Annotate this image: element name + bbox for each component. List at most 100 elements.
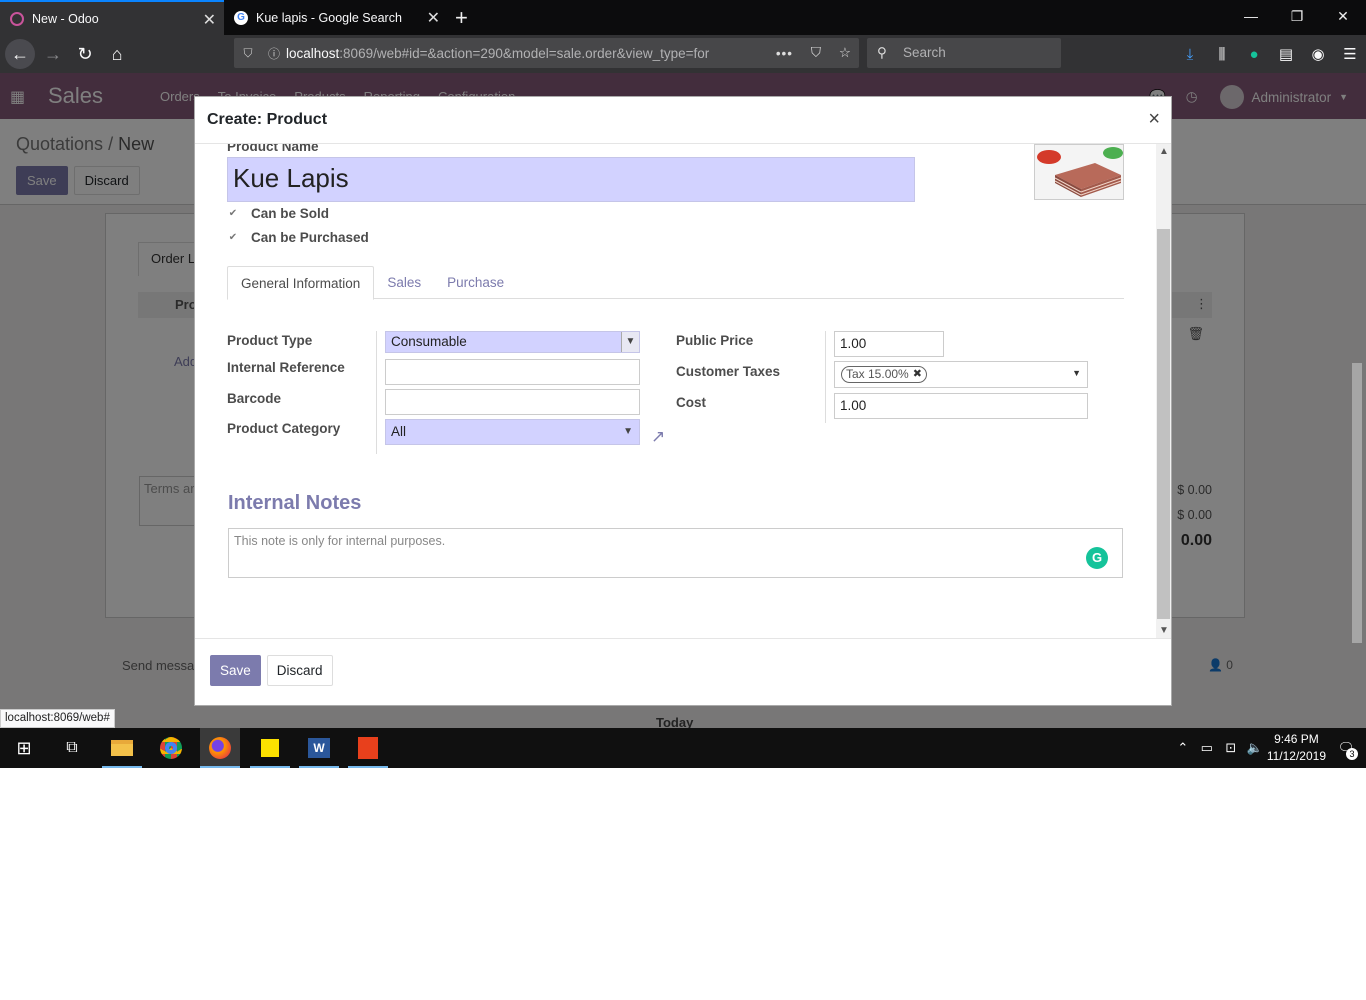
grammarly-icon[interactable]: ● <box>1238 46 1270 63</box>
url-host: localhost <box>286 45 340 61</box>
grammarly-icon[interactable]: G <box>1086 547 1108 569</box>
file-explorer-icon[interactable] <box>102 728 142 768</box>
can-be-sold-label: Can be Sold <box>251 206 330 221</box>
restore-icon[interactable]: ❐ <box>1274 0 1320 32</box>
pocket-icon[interactable]: ⛉ <box>811 45 821 61</box>
browser-tab-bar: New - Odoo ✕ G Kue lapis - Google Search… <box>0 0 1366 35</box>
tab-sales[interactable]: Sales <box>374 266 434 298</box>
home-icon[interactable]: ⌂ <box>102 39 132 69</box>
sticky-notes-icon[interactable] <box>250 728 290 768</box>
minimize-icon[interactable]: — <box>1228 0 1274 32</box>
dialog-scrollbar[interactable]: ▲ ▼ <box>1156 144 1171 638</box>
cost-label: Cost <box>676 395 706 410</box>
toolbar-icons: ⤓ ⫼ ● ▤ ◉ ☰ <box>1174 35 1366 73</box>
tab-general-information[interactable]: General Information <box>227 266 375 300</box>
task-view-icon[interactable]: ⧉ <box>52 728 92 768</box>
browser-tab-google[interactable]: G Kue lapis - Google Search ✕ <box>224 0 448 35</box>
product-type-select[interactable]: Consumable ▼ <box>385 331 640 353</box>
page-scrollbar[interactable] <box>1352 213 1362 723</box>
product-category-select[interactable]: All ▼ <box>385 419 640 445</box>
google-favicon-icon: G <box>234 10 248 25</box>
barcode-label: Barcode <box>227 391 282 406</box>
search-input[interactable]: ⚲ Search <box>867 38 1061 68</box>
tab-title: New - Odoo <box>32 11 99 26</box>
dialog-scrollbar-thumb[interactable] <box>1157 229 1170 619</box>
scroll-up-icon[interactable]: ▲ <box>1159 146 1169 157</box>
word-icon[interactable]: W <box>299 728 339 768</box>
internal-notes-field[interactable]: This note is only for internal purposes.… <box>228 528 1123 578</box>
product-category-value: All <box>391 424 407 439</box>
page-actions-icon[interactable]: ••• <box>776 46 793 61</box>
acrobat-icon[interactable] <box>348 728 388 768</box>
browser-nav-bar: ← → ↻ ⌂ ⛉ ⓘ localhost :8069/web#id=&acti… <box>0 35 1366 73</box>
window-controls: — ❐ ✕ <box>1228 0 1366 32</box>
can-be-purchased-row: ✔ Can be Purchased <box>227 230 369 245</box>
left-group-divider <box>376 331 377 454</box>
network-icon[interactable]: ⊡ <box>1219 740 1243 756</box>
cost-input[interactable]: 1.00 <box>834 393 1088 419</box>
action-center-icon[interactable]: 🗨 3 <box>1334 740 1358 760</box>
shield-icon: ⛉ <box>243 45 253 60</box>
forward-icon[interactable]: → <box>38 39 68 69</box>
clock[interactable]: 9:46 PM 11/12/2019 <box>1267 731 1326 765</box>
tax-tag: Tax 15.00% ✖ <box>841 366 927 383</box>
browser-tab-odoo[interactable]: New - Odoo ✕ <box>0 0 224 35</box>
close-tab-icon[interactable]: ✕ <box>427 8 440 28</box>
status-url: localhost:8069/web# <box>0 709 115 728</box>
public-price-input[interactable]: 1.00 <box>834 331 944 357</box>
chevron-down-icon: ▼ <box>621 332 639 352</box>
search-icon: ⚲ <box>877 45 887 60</box>
tab-purchase[interactable]: Purchase <box>434 266 517 298</box>
page-scrollbar-thumb[interactable] <box>1352 363 1362 643</box>
product-type-value: Consumable <box>391 334 467 349</box>
tray-chevron-up-icon[interactable]: ⌃ <box>1171 740 1195 756</box>
info-icon[interactable]: ⓘ <box>262 45 286 62</box>
internal-notes-placeholder: This note is only for internal purposes. <box>234 534 446 548</box>
dialog-discard-button[interactable]: Discard <box>266 655 333 686</box>
can-be-purchased-checkbox[interactable]: ✔ <box>227 232 239 244</box>
internal-notes-title: Internal Notes <box>228 492 362 514</box>
product-name-input[interactable]: Kue Lapis <box>227 157 915 202</box>
reload-icon[interactable]: ↻ <box>70 39 100 69</box>
customer-taxes-label: Customer Taxes <box>676 364 781 379</box>
screen: New - Odoo ✕ G Kue lapis - Google Search… <box>0 0 1366 768</box>
product-type-label: Product Type <box>227 333 313 348</box>
download-icon[interactable]: ⤓ <box>1174 46 1206 63</box>
remove-tag-icon[interactable]: ✖ <box>913 367 922 382</box>
kue-lapis-image <box>1035 145 1123 199</box>
external-link-icon[interactable]: ↗ <box>651 427 671 446</box>
search-placeholder: Search <box>903 45 946 60</box>
can-be-sold-checkbox[interactable]: ✔ <box>227 208 239 220</box>
tax-tag-label: Tax 15.00% <box>846 367 909 381</box>
barcode-input[interactable] <box>385 389 640 415</box>
firefox-icon[interactable] <box>200 728 240 768</box>
chevron-down-icon: ▼ <box>1072 368 1081 378</box>
library-icon[interactable]: ⫼ <box>1206 46 1238 63</box>
dialog-save-button[interactable]: Save <box>210 655 261 686</box>
bookmark-star-icon[interactable]: ☆ <box>839 45 851 61</box>
chrome-icon[interactable] <box>151 728 191 768</box>
close-tab-icon[interactable]: ✕ <box>203 10 216 30</box>
customer-taxes-input[interactable]: Tax 15.00% ✖ ▼ <box>834 361 1088 388</box>
battery-icon[interactable]: ▭ <box>1195 740 1219 756</box>
account-icon[interactable]: ◉ <box>1302 45 1334 63</box>
back-icon[interactable]: ← <box>5 39 35 69</box>
url-path: :8069/web#id=&action=290&model=sale.orde… <box>339 45 710 61</box>
can-be-sold-row: ✔ Can be Sold <box>227 206 329 221</box>
product-image[interactable] <box>1034 144 1124 200</box>
dialog-buttons: Save Discard <box>210 655 333 686</box>
internal-reference-input[interactable] <box>385 359 640 385</box>
windows-start-icon[interactable]: ⊞ <box>4 728 44 768</box>
menu-icon[interactable]: ☰ <box>1334 45 1366 63</box>
scroll-down-icon[interactable]: ▼ <box>1159 625 1169 636</box>
close-icon[interactable]: × <box>1148 108 1160 131</box>
product-tabs: General Information Sales Purchase <box>227 266 1124 300</box>
new-tab-icon[interactable]: + <box>455 5 468 31</box>
dialog-footer: Save Discard <box>195 638 1171 706</box>
dialog-header: Create: Product × <box>195 97 1171 144</box>
volume-icon[interactable]: 🔈 <box>1243 740 1267 756</box>
chevron-down-icon: ▼ <box>623 426 633 437</box>
url-bar[interactable]: ⛉ ⓘ localhost :8069/web#id=&action=290&m… <box>234 38 859 68</box>
sidebar-icon[interactable]: ▤ <box>1270 45 1302 63</box>
close-window-icon[interactable]: ✕ <box>1320 0 1366 32</box>
